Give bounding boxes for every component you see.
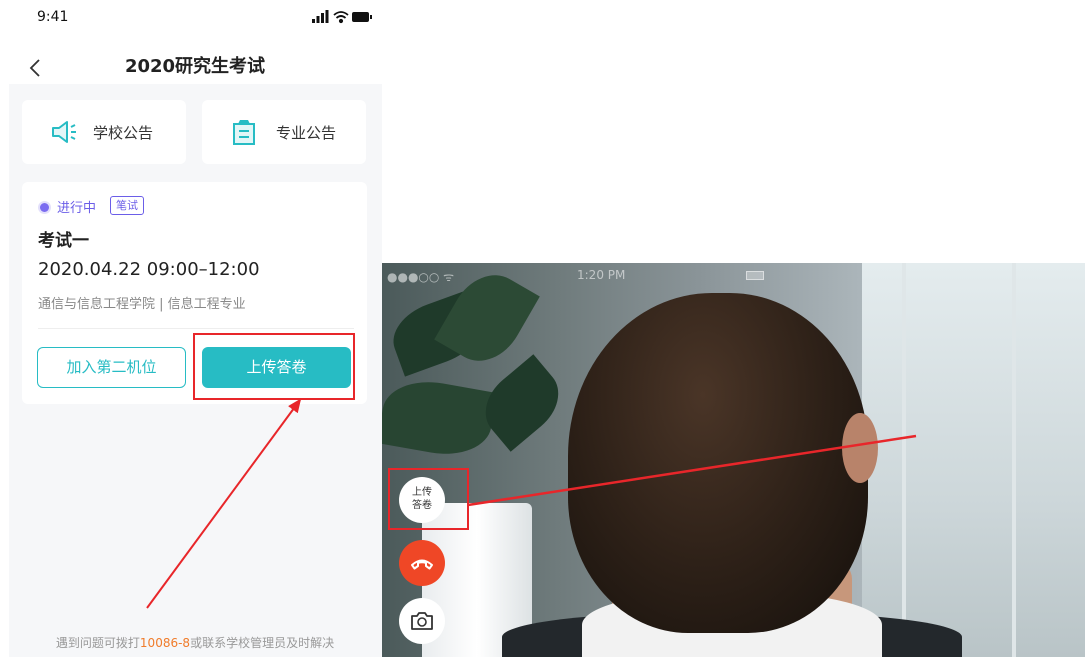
help-prefix: 遇到问题可拨打: [55, 636, 140, 650]
highlight-box-upload: [193, 333, 355, 400]
status-icons: [312, 10, 372, 24]
major-notice-label: 专业公告: [276, 124, 337, 142]
exam-organization: 通信与信息工程学院 | 信息工程专业: [38, 297, 246, 312]
help-footer: 遇到问题可拨打10086-8或联系学校管理员及时解决: [0, 634, 390, 651]
help-phone-number[interactable]: 10086-8: [140, 636, 190, 650]
exam-name: 考试一: [38, 231, 89, 251]
school-notice-label: 学校公告: [93, 124, 154, 142]
major-notice-card[interactable]: 专业公告: [202, 100, 366, 164]
hang-up-icon: [411, 559, 433, 570]
battery-icon: [352, 12, 372, 22]
nav-bar: 2020研究生考试: [0, 44, 382, 84]
phone-screen: 9:41 2020研究生考试 学校公告 专业公告 进行中 笔试 考试一 2020…: [0, 0, 382, 657]
exam-type-badge: 笔试: [110, 196, 144, 215]
video-call-screen: ●●●○○ ᯤ 1:20 PM 上传 答卷: [382, 263, 1085, 657]
highlight-box-float-upload: [388, 468, 469, 530]
video-status-bar: ●●●○○ ᯤ 1:20 PM: [382, 263, 1085, 287]
divider: [38, 328, 354, 329]
plant-leaf: [382, 373, 498, 463]
status-dot-icon: [40, 203, 49, 212]
status-time: 9:41: [37, 9, 69, 25]
person-head: [568, 293, 868, 633]
join-second-device-button[interactable]: 加入第二机位: [37, 347, 186, 388]
status-bar: 9:41: [0, 0, 382, 44]
switch-camera-icon: [411, 612, 433, 630]
window-frame: [902, 263, 906, 657]
speaker-icon: [52, 121, 76, 143]
exam-status: 进行中: [57, 201, 97, 216]
page-title: 2020研究生考试: [124, 56, 266, 77]
window-frame: [1012, 263, 1016, 657]
clipboard-icon: [233, 120, 255, 145]
switch-camera-button[interactable]: [399, 598, 445, 644]
video-battery-icon: [746, 271, 764, 280]
help-suffix: 或联系学校管理员及时解决: [190, 636, 335, 650]
signal-icon: [312, 10, 329, 23]
wifi-icon: [333, 11, 349, 24]
hang-up-button[interactable]: [399, 540, 445, 586]
exam-time: 2020.04.22 09:00–12:00: [38, 259, 260, 280]
video-signal-icon: ●●●○○ ᯤ: [387, 270, 455, 284]
person-ear: [842, 413, 878, 483]
school-notice-card[interactable]: 学校公告: [22, 100, 186, 164]
video-status-time: 1:20 PM: [577, 268, 626, 282]
background-window: [862, 263, 1085, 657]
